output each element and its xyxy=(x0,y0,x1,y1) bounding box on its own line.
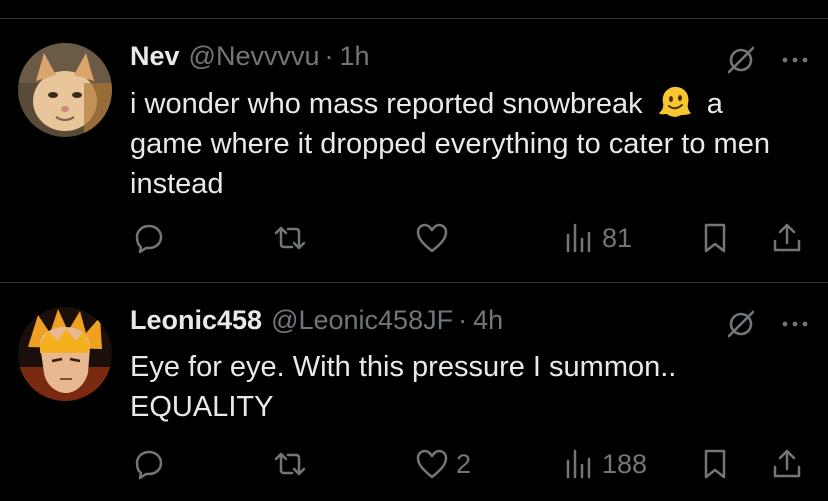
bookmark-button[interactable] xyxy=(699,447,731,481)
share-button[interactable] xyxy=(770,221,804,255)
reply-icon xyxy=(135,450,163,480)
reply-button[interactable] xyxy=(132,221,172,255)
share-icon xyxy=(773,223,801,252)
like-button[interactable] xyxy=(414,221,456,255)
like-button[interactable]: 2 xyxy=(414,447,471,481)
share-button[interactable] xyxy=(770,447,804,481)
timestamp[interactable]: 1h xyxy=(339,41,369,72)
tweet-text-part: i wonder who mass reported snowbreak xyxy=(130,88,643,120)
views-icon xyxy=(566,223,591,253)
anime-avatar-image xyxy=(18,307,112,401)
views-icon xyxy=(566,449,591,479)
tweet-text: Eye for eye. With this pressure I summon… xyxy=(130,347,730,427)
grok-icon[interactable] xyxy=(724,43,758,77)
user-handle[interactable]: @Nevvvvu xyxy=(189,41,320,72)
views-button[interactable]: 81 xyxy=(562,221,632,255)
cat-avatar-image xyxy=(18,43,112,137)
heart-icon xyxy=(416,223,448,253)
heart-icon xyxy=(416,449,448,479)
retweet-icon xyxy=(274,452,306,476)
reply-icon xyxy=(135,224,163,254)
avatar[interactable] xyxy=(18,307,112,401)
more-options-icon[interactable] xyxy=(778,307,812,341)
avatar[interactable] xyxy=(18,43,112,137)
bookmark-icon xyxy=(704,449,726,479)
separator: · xyxy=(324,41,334,71)
reply-button[interactable] xyxy=(132,447,172,481)
tweet-text-part: Eye for eye. With this pressure I summon… xyxy=(130,351,677,423)
retweet-icon xyxy=(274,226,306,250)
display-name[interactable]: Leonic458 xyxy=(130,305,262,336)
display-name[interactable]: Nev xyxy=(130,41,180,72)
views-count: 81 xyxy=(602,222,633,253)
views-count: 188 xyxy=(602,448,648,479)
bookmark-button[interactable] xyxy=(699,221,731,255)
like-count: 2 xyxy=(456,448,472,479)
tweet[interactable]: Leonic458 @Leonic458JF · 4h Eye for eye.… xyxy=(0,283,828,501)
more-options-icon[interactable] xyxy=(778,43,812,77)
bookmark-icon xyxy=(704,223,726,253)
melting-face-emoji xyxy=(658,86,691,117)
tweet[interactable]: Nev @Nevvvvu · 1h i wonder who mass repo… xyxy=(0,19,828,281)
grok-icon[interactable] xyxy=(724,307,758,341)
separator: · xyxy=(458,305,468,335)
timestamp[interactable]: 4h xyxy=(473,305,503,336)
user-handle[interactable]: @Leonic458JF xyxy=(271,305,453,336)
retweet-button[interactable] xyxy=(272,221,314,255)
views-button[interactable]: 188 xyxy=(562,447,647,481)
retweet-button[interactable] xyxy=(272,447,314,481)
tweet-text: i wonder who mass reported snowbreak a g… xyxy=(130,83,790,204)
share-icon xyxy=(773,449,801,478)
